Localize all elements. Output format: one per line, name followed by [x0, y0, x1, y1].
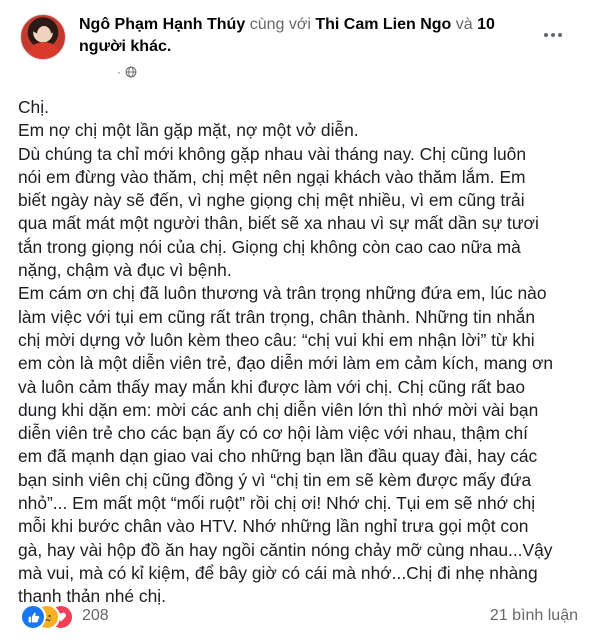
more-dot — [544, 33, 548, 37]
body-line: biết ngày này sẽ đến, vì nghe giọng chị … — [18, 190, 525, 211]
meta-separator: · — [117, 65, 121, 79]
author-name[interactable]: Ngô Phạm Hạnh Thúy — [79, 16, 245, 33]
body-line: làm việc với tụi em cũng rất trân trọng,… — [18, 306, 536, 327]
body-line: mà vui, mà có kỉ kiệm, để bây giờ có cái… — [18, 562, 538, 583]
body-line: tắn trong giọng nói của chị. Giọng chị k… — [18, 236, 521, 257]
body-line: nói em đừng vào thăm, chị mệt nên ngại k… — [18, 166, 526, 187]
comments-link[interactable]: 21 bình luận — [490, 607, 578, 625]
more-dot — [551, 33, 555, 37]
body-line: Em cám ơn chị đã luôn thương và trân trọ… — [18, 283, 547, 304]
post-card: Ngô Phạm Hạnh Thúy cùng với Thi Cam Lien… — [0, 0, 600, 643]
like-icon — [20, 604, 46, 630]
post-meta: · — [79, 63, 137, 81]
post-body: Chị. Em nợ chị một lần gặp mặt, nợ một v… — [18, 96, 584, 609]
author-avatar[interactable] — [20, 14, 66, 60]
post-header: Ngô Phạm Hạnh Thúy cùng với Thi Cam Lien… — [79, 14, 519, 58]
body-line: bạn sinh viên chị cũng đồng ý vì “chị ti… — [18, 469, 532, 490]
avatar-dress — [29, 42, 59, 59]
more-options-button[interactable] — [544, 28, 566, 42]
body-line: gà, hay vài hộp đồ ăn hay ngồi căntin nó… — [18, 539, 553, 560]
body-line: và luôn cảm thấy may mắn khi được làm vớ… — [18, 376, 526, 397]
body-line: Dù chúng ta chỉ mới không gặp nhau vài t… — [18, 143, 527, 164]
with-text: cùng với — [249, 16, 311, 33]
body-line: nhỏ”... Em mất một “mối ruột” rồi chị ơi… — [18, 493, 536, 514]
and-text: và — [455, 16, 473, 33]
reaction-icons — [20, 604, 74, 630]
body-line: mỗi khi bước chân vào HTV. Nhớ những lần… — [18, 516, 529, 537]
globe-icon[interactable] — [125, 66, 137, 78]
body-line: Chị. — [18, 97, 49, 117]
reactions-summary[interactable]: 208 — [20, 604, 109, 630]
body-line: em còn là một diễn viên trẻ, đạo diễn mớ… — [18, 353, 554, 374]
post-time[interactable] — [79, 67, 113, 77]
body-line: nặng, chậm và đục vì bệnh. — [18, 260, 232, 281]
body-line: dung khi dặn em: mời các anh chị diễn vi… — [18, 399, 539, 420]
body-line: qua mất mát một người thân, biết sẽ xa n… — [18, 213, 539, 234]
body-line: em đã mạnh dạn giao vai cho những bạn lầ… — [18, 446, 538, 467]
body-line: Em nợ chị một lần gặp mặt, nợ một vở diễ… — [18, 120, 359, 141]
body-line: diễn viên trẻ cho các bạn ấy có cơ hội l… — [18, 423, 529, 444]
avatar-face — [37, 26, 51, 42]
more-dot — [558, 33, 562, 37]
body-line: chị mời dựng vở luôn kèm theo câu: “chị … — [18, 329, 535, 350]
reaction-count: 208 — [82, 607, 109, 624]
tagged-person[interactable]: Thi Cam Lien Ngo — [315, 16, 451, 33]
